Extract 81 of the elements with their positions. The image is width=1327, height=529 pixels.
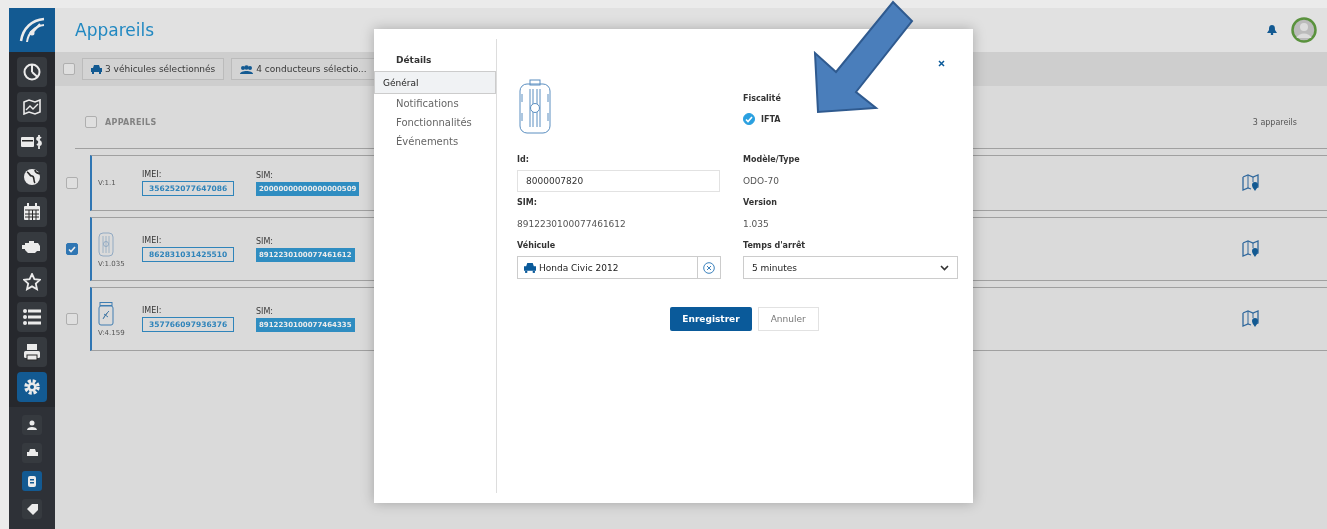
sidebar-subbutton[interactable]	[22, 499, 42, 519]
printer-icon	[23, 343, 41, 361]
user-icon	[27, 420, 37, 430]
bell-icon[interactable]	[1267, 25, 1277, 35]
field-label: Modèle/Type	[743, 155, 801, 164]
stop-time-dropdown[interactable]: 5 minutes	[743, 256, 958, 279]
field-value: 8912230100077461612	[517, 218, 627, 231]
field-value: 1.035	[743, 218, 770, 231]
car-icon	[524, 262, 536, 273]
star-icon	[23, 273, 41, 291]
nav-item[interactable]: Notifications	[374, 94, 496, 113]
avatar-icon[interactable]	[1291, 17, 1317, 43]
clear-button[interactable]	[698, 256, 721, 279]
checkbox[interactable]	[63, 63, 75, 75]
obd-device-icon	[98, 301, 114, 326]
nav-title: Détails	[395, 55, 433, 67]
list-icon	[23, 309, 41, 325]
sim-label: SIM:	[256, 170, 275, 180]
filter-button[interactable]: 4 conducteurs sélectio...	[231, 58, 376, 80]
calendar-icon	[23, 203, 41, 221]
map-pin-icon[interactable]	[1242, 310, 1260, 328]
device-icon	[28, 475, 36, 487]
sim-label: SIM:	[256, 236, 275, 246]
clear-icon	[703, 261, 715, 274]
imei-label: IMEI:	[142, 306, 163, 315]
field-label: Temps d'arrêt	[743, 241, 807, 250]
checkbox[interactable]	[743, 113, 755, 125]
page-title: Appareils	[75, 20, 154, 40]
sidebar-button[interactable]	[17, 337, 47, 367]
sidebar-button[interactable]	[17, 57, 47, 87]
map-icon	[23, 99, 41, 115]
sidebar-button[interactable]	[17, 92, 47, 122]
field-value: ODO-70	[743, 175, 781, 188]
field-label: Id:	[517, 155, 530, 164]
sim-label: SIM:	[256, 306, 275, 316]
card-dollar-icon	[21, 134, 43, 150]
sidebar-button[interactable]	[17, 197, 47, 227]
sidebar-subbutton[interactable]	[22, 471, 42, 491]
settings-icon	[23, 378, 41, 396]
sidebar-subbutton[interactable]	[22, 415, 42, 435]
pie-chart-icon	[23, 63, 41, 81]
car-icon	[91, 64, 102, 74]
save-button[interactable]: Enregistrer	[670, 307, 752, 331]
nav-item[interactable]: Fonctionnalités	[374, 113, 496, 132]
checkbox[interactable]	[85, 116, 97, 128]
field-label: Fiscalité	[743, 94, 782, 103]
checkbox[interactable]	[66, 313, 78, 325]
field-label: SIM:	[517, 198, 538, 207]
car-icon	[26, 449, 38, 457]
cancel-button[interactable]: Annuler	[757, 307, 819, 331]
nav-item[interactable]: Événements	[374, 132, 496, 151]
field-label: Véhicule	[517, 241, 557, 250]
sidebar-button[interactable]	[17, 267, 47, 297]
imei-label: IMEI:	[142, 236, 163, 245]
checkbox-label: IFTA	[761, 114, 781, 124]
filter-button[interactable]: 3 véhicules sélectionnés	[82, 58, 225, 80]
engine-icon	[22, 240, 42, 254]
field-label: Version	[743, 198, 778, 207]
list-title: APPAREILS	[105, 117, 157, 127]
sidebar-button[interactable]	[17, 232, 47, 262]
map-pin-icon[interactable]	[1242, 240, 1260, 258]
id-field[interactable]: 8000007820	[517, 170, 720, 192]
nav-item[interactable]: Général	[374, 71, 496, 94]
close-icon[interactable]	[938, 60, 945, 67]
device-icon	[519, 79, 551, 134]
device-count: 3 appareils	[1252, 117, 1298, 127]
globe-icon	[23, 168, 41, 186]
checkbox[interactable]	[66, 243, 78, 255]
sidebar-button[interactable]	[17, 302, 47, 332]
vehicle-field[interactable]: Honda Civic 2012	[517, 256, 698, 279]
checkbox[interactable]	[66, 177, 78, 189]
map-pin-icon[interactable]	[1242, 174, 1260, 192]
sidebar-button[interactable]	[17, 127, 47, 157]
sidebar-button[interactable]	[17, 372, 47, 402]
users-icon	[240, 64, 254, 74]
imei-label: IMEI:	[142, 170, 163, 179]
sidebar-button[interactable]	[17, 162, 47, 192]
chevron-down-icon	[940, 264, 949, 271]
tag-icon	[26, 503, 38, 515]
sidebar-subbutton[interactable]	[22, 443, 42, 463]
device-icon	[98, 230, 114, 257]
